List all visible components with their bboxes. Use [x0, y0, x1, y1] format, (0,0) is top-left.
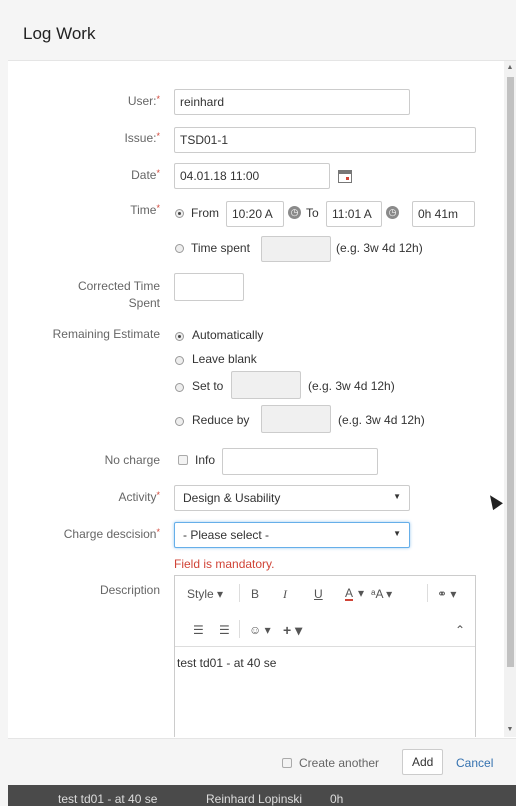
style-dropdown[interactable]: Style ▾	[187, 587, 223, 601]
duration-input[interactable]: 0h 41m	[412, 201, 475, 227]
scroll-down-arrow-icon[interactable]: ▼	[504, 725, 516, 735]
remaining-reduce-input[interactable]	[261, 405, 331, 433]
remaining-estimate-label: Remaining Estimate	[52, 327, 160, 341]
no-charge-label: No charge	[104, 453, 160, 467]
from-time-input[interactable]: 10:20 A	[226, 201, 284, 227]
info-label: Info	[195, 453, 216, 467]
remaining-set-label: Set to	[192, 379, 224, 393]
time-label: Time*	[130, 203, 160, 217]
charge-decision-label: Charge descision*	[63, 527, 160, 541]
numbered-list-icon[interactable]: ☰	[219, 623, 230, 637]
date-input[interactable]: 04.01.18 11:00	[174, 163, 330, 189]
user-label: User:*	[127, 94, 160, 108]
time-from-radio[interactable]	[175, 209, 184, 218]
chevron-down-icon[interactable]: ▾	[358, 586, 364, 600]
time-spent-input[interactable]	[261, 236, 331, 262]
info-checkbox[interactable]	[178, 455, 188, 465]
create-another-checkbox[interactable]	[282, 758, 292, 768]
underline-button[interactable]: U	[314, 587, 323, 601]
remaining-reduce-radio[interactable]	[175, 417, 184, 426]
description-label: Description	[99, 583, 160, 597]
bold-button[interactable]: B	[251, 587, 259, 601]
dialog-content: User:* reinhard Issue:* TSD01-1 Date* 04…	[8, 61, 504, 737]
issue-label: Issue:*	[124, 131, 160, 145]
editor-toolbar: Style ▾ B I U A ▾ ᵃA ▾ ⚭ ▾ ☰ ☰ ☺ ▾ + ▾ ⌃	[175, 576, 475, 647]
scrollbar-thumb[interactable]	[507, 77, 514, 667]
corrected-time-input[interactable]	[174, 273, 244, 301]
create-another-label: Create another	[299, 756, 380, 770]
time-spent-radio[interactable]	[175, 244, 184, 253]
scroll-up-arrow-icon[interactable]: ▲	[504, 63, 516, 73]
charge-decision-select[interactable]: - Please select - ▼	[174, 522, 410, 548]
clock-icon[interactable]: ◷	[288, 206, 301, 219]
remaining-set-input[interactable]	[231, 371, 301, 399]
remaining-blank-label: Leave blank	[192, 352, 257, 366]
remaining-reduce-hint: (e.g. 3w 4d 12h)	[338, 413, 425, 427]
remaining-set-radio[interactable]	[175, 383, 184, 392]
remaining-reduce-label: Reduce by	[192, 413, 250, 427]
clock-icon[interactable]: ◷	[386, 206, 399, 219]
to-time-input[interactable]: 11:01 A	[326, 201, 382, 227]
toolbar-divider	[427, 584, 428, 602]
bullet-list-icon[interactable]: ☰	[193, 623, 204, 637]
dialog-header: Log Work	[8, 8, 516, 61]
activity-label: Activity*	[118, 490, 160, 504]
toolbar-divider	[239, 620, 240, 638]
remaining-auto-radio[interactable]	[175, 332, 184, 341]
background-row-user: Reinhard Lopinski	[206, 792, 303, 806]
cancel-link[interactable]: Cancel	[456, 756, 493, 770]
time-spent-label: Time spent	[191, 241, 250, 255]
more-text-formatting-button[interactable]: ᵃA ▾	[371, 587, 392, 601]
text-color-button[interactable]: A	[345, 587, 354, 601]
info-input[interactable]	[222, 448, 378, 475]
user-input[interactable]: reinhard	[174, 89, 410, 115]
to-label: To	[306, 206, 319, 220]
toolbar-divider	[239, 584, 240, 602]
description-text[interactable]: test td01 - at 40 se	[177, 656, 276, 670]
scrollbar[interactable]: ▲ ▼	[504, 61, 516, 737]
dialog-title: Log Work	[23, 24, 96, 43]
remaining-auto-label: Automatically	[192, 328, 264, 342]
calendar-icon[interactable]	[338, 170, 352, 183]
time-spent-hint: (e.g. 3w 4d 12h)	[336, 241, 423, 255]
dialog-footer: Create another Add Cancel	[8, 738, 516, 786]
from-label: From	[191, 206, 219, 220]
background-issue-row: test td01 - at 40 se Reinhard Lopinski 0…	[8, 785, 516, 806]
link-icon[interactable]: ⚭ ▾	[437, 587, 456, 601]
log-work-dialog: Log Work User:* reinhard Issue:* TSD01-1…	[8, 8, 516, 806]
chevron-down-icon: ▼	[393, 529, 401, 538]
remaining-blank-radio[interactable]	[175, 356, 184, 365]
emoticon-icon[interactable]: ☺ ▾	[249, 623, 271, 637]
background-row-text: test td01 - at 40 se	[58, 792, 158, 806]
collapse-toolbar-icon[interactable]: ⌃	[455, 623, 465, 637]
chevron-down-icon: ▼	[393, 492, 401, 501]
charge-error-message: Field is mandatory.	[174, 557, 275, 571]
remaining-set-hint: (e.g. 3w 4d 12h)	[308, 379, 395, 393]
date-label: Date*	[131, 168, 160, 182]
insert-more-icon[interactable]: + ▾	[283, 622, 302, 639]
issue-input[interactable]: TSD01-1	[174, 127, 476, 153]
activity-select[interactable]: Design & Usability ▼	[174, 485, 410, 511]
description-editor: Style ▾ B I U A ▾ ᵃA ▾ ⚭ ▾ ☰ ☰ ☺ ▾ + ▾ ⌃…	[174, 575, 476, 737]
corrected-time-label: Corrected Time Spent	[77, 279, 160, 310]
add-button[interactable]: Add	[402, 749, 444, 775]
background-row-time: 0h	[330, 792, 344, 806]
italic-button[interactable]: I	[283, 587, 287, 602]
